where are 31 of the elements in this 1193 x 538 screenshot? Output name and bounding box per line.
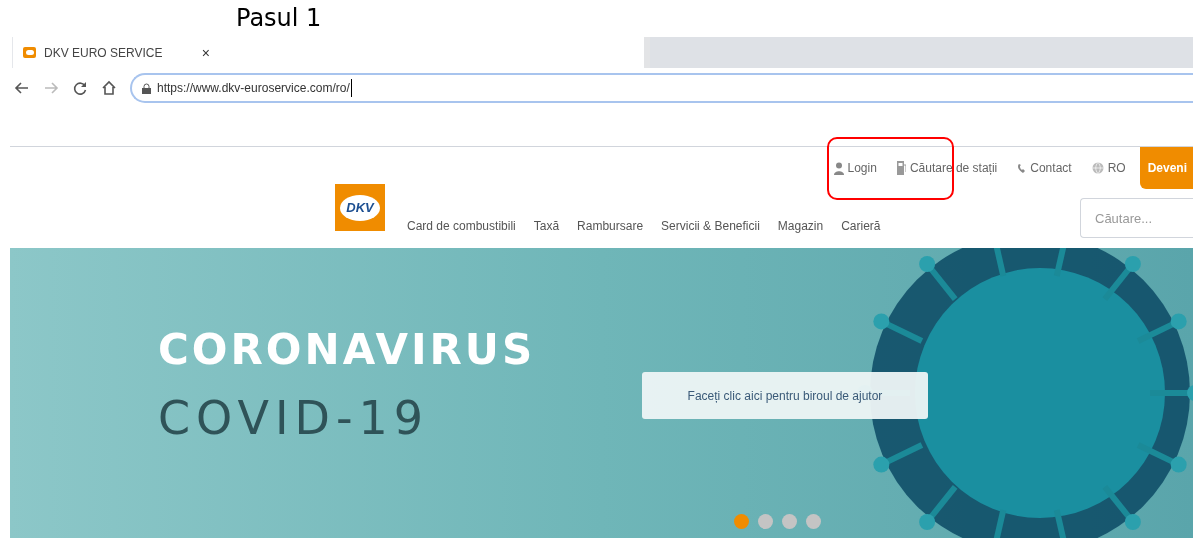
- banner-title: CORONAVIRUS: [158, 324, 536, 376]
- menu-link[interactable]: Servicii & Beneficii: [661, 217, 760, 235]
- nav-link[interactable]: Contact: [1017, 159, 1072, 177]
- menu-link[interactable]: Rambursare: [577, 217, 644, 235]
- menu-link[interactable]: Magazin: [777, 217, 824, 235]
- nav-link[interactable]: Login: [833, 159, 877, 177]
- user-icon: [833, 161, 844, 175]
- forward-icon[interactable]: [43, 80, 59, 96]
- nav-link[interactable]: RO: [1091, 159, 1126, 177]
- menu-link[interactable]: Card de combustibili: [407, 217, 516, 235]
- globe-icon: [1091, 162, 1104, 174]
- help-desk-button[interactable]: Faceți clic aici pentru biroul de ajutor: [642, 372, 928, 419]
- tab-title: DKV EURO SERVICE: [44, 44, 164, 62]
- lock-icon: [142, 82, 151, 94]
- fuel-pump-icon: [896, 161, 906, 175]
- close-button[interactable]: ×: [201, 45, 210, 60]
- url-text: https://www.dkv-euroservice.com/ro/: [157, 79, 352, 97]
- menu-link[interactable]: Taxă: [533, 217, 560, 235]
- menu-link[interactable]: Carieră: [841, 217, 881, 235]
- logo-text: DKV: [340, 194, 380, 221]
- home-icon[interactable]: [101, 80, 117, 96]
- search-field[interactable]: Căutare...: [1080, 198, 1193, 238]
- favicon-icon: [23, 47, 36, 58]
- nav-link[interactable]: Căutare de stații: [896, 159, 998, 177]
- address-bar[interactable]: https://www.dkv-euroservice.com/ro/: [130, 73, 1193, 103]
- step-caption: Pasul 1: [235, 3, 323, 34]
- logo[interactable]: DKV: [335, 184, 385, 231]
- back-icon[interactable]: [14, 80, 30, 96]
- banner-subtitle: COVID-19: [158, 390, 430, 447]
- reload-icon[interactable]: [72, 80, 88, 96]
- phone-icon: [1017, 162, 1027, 174]
